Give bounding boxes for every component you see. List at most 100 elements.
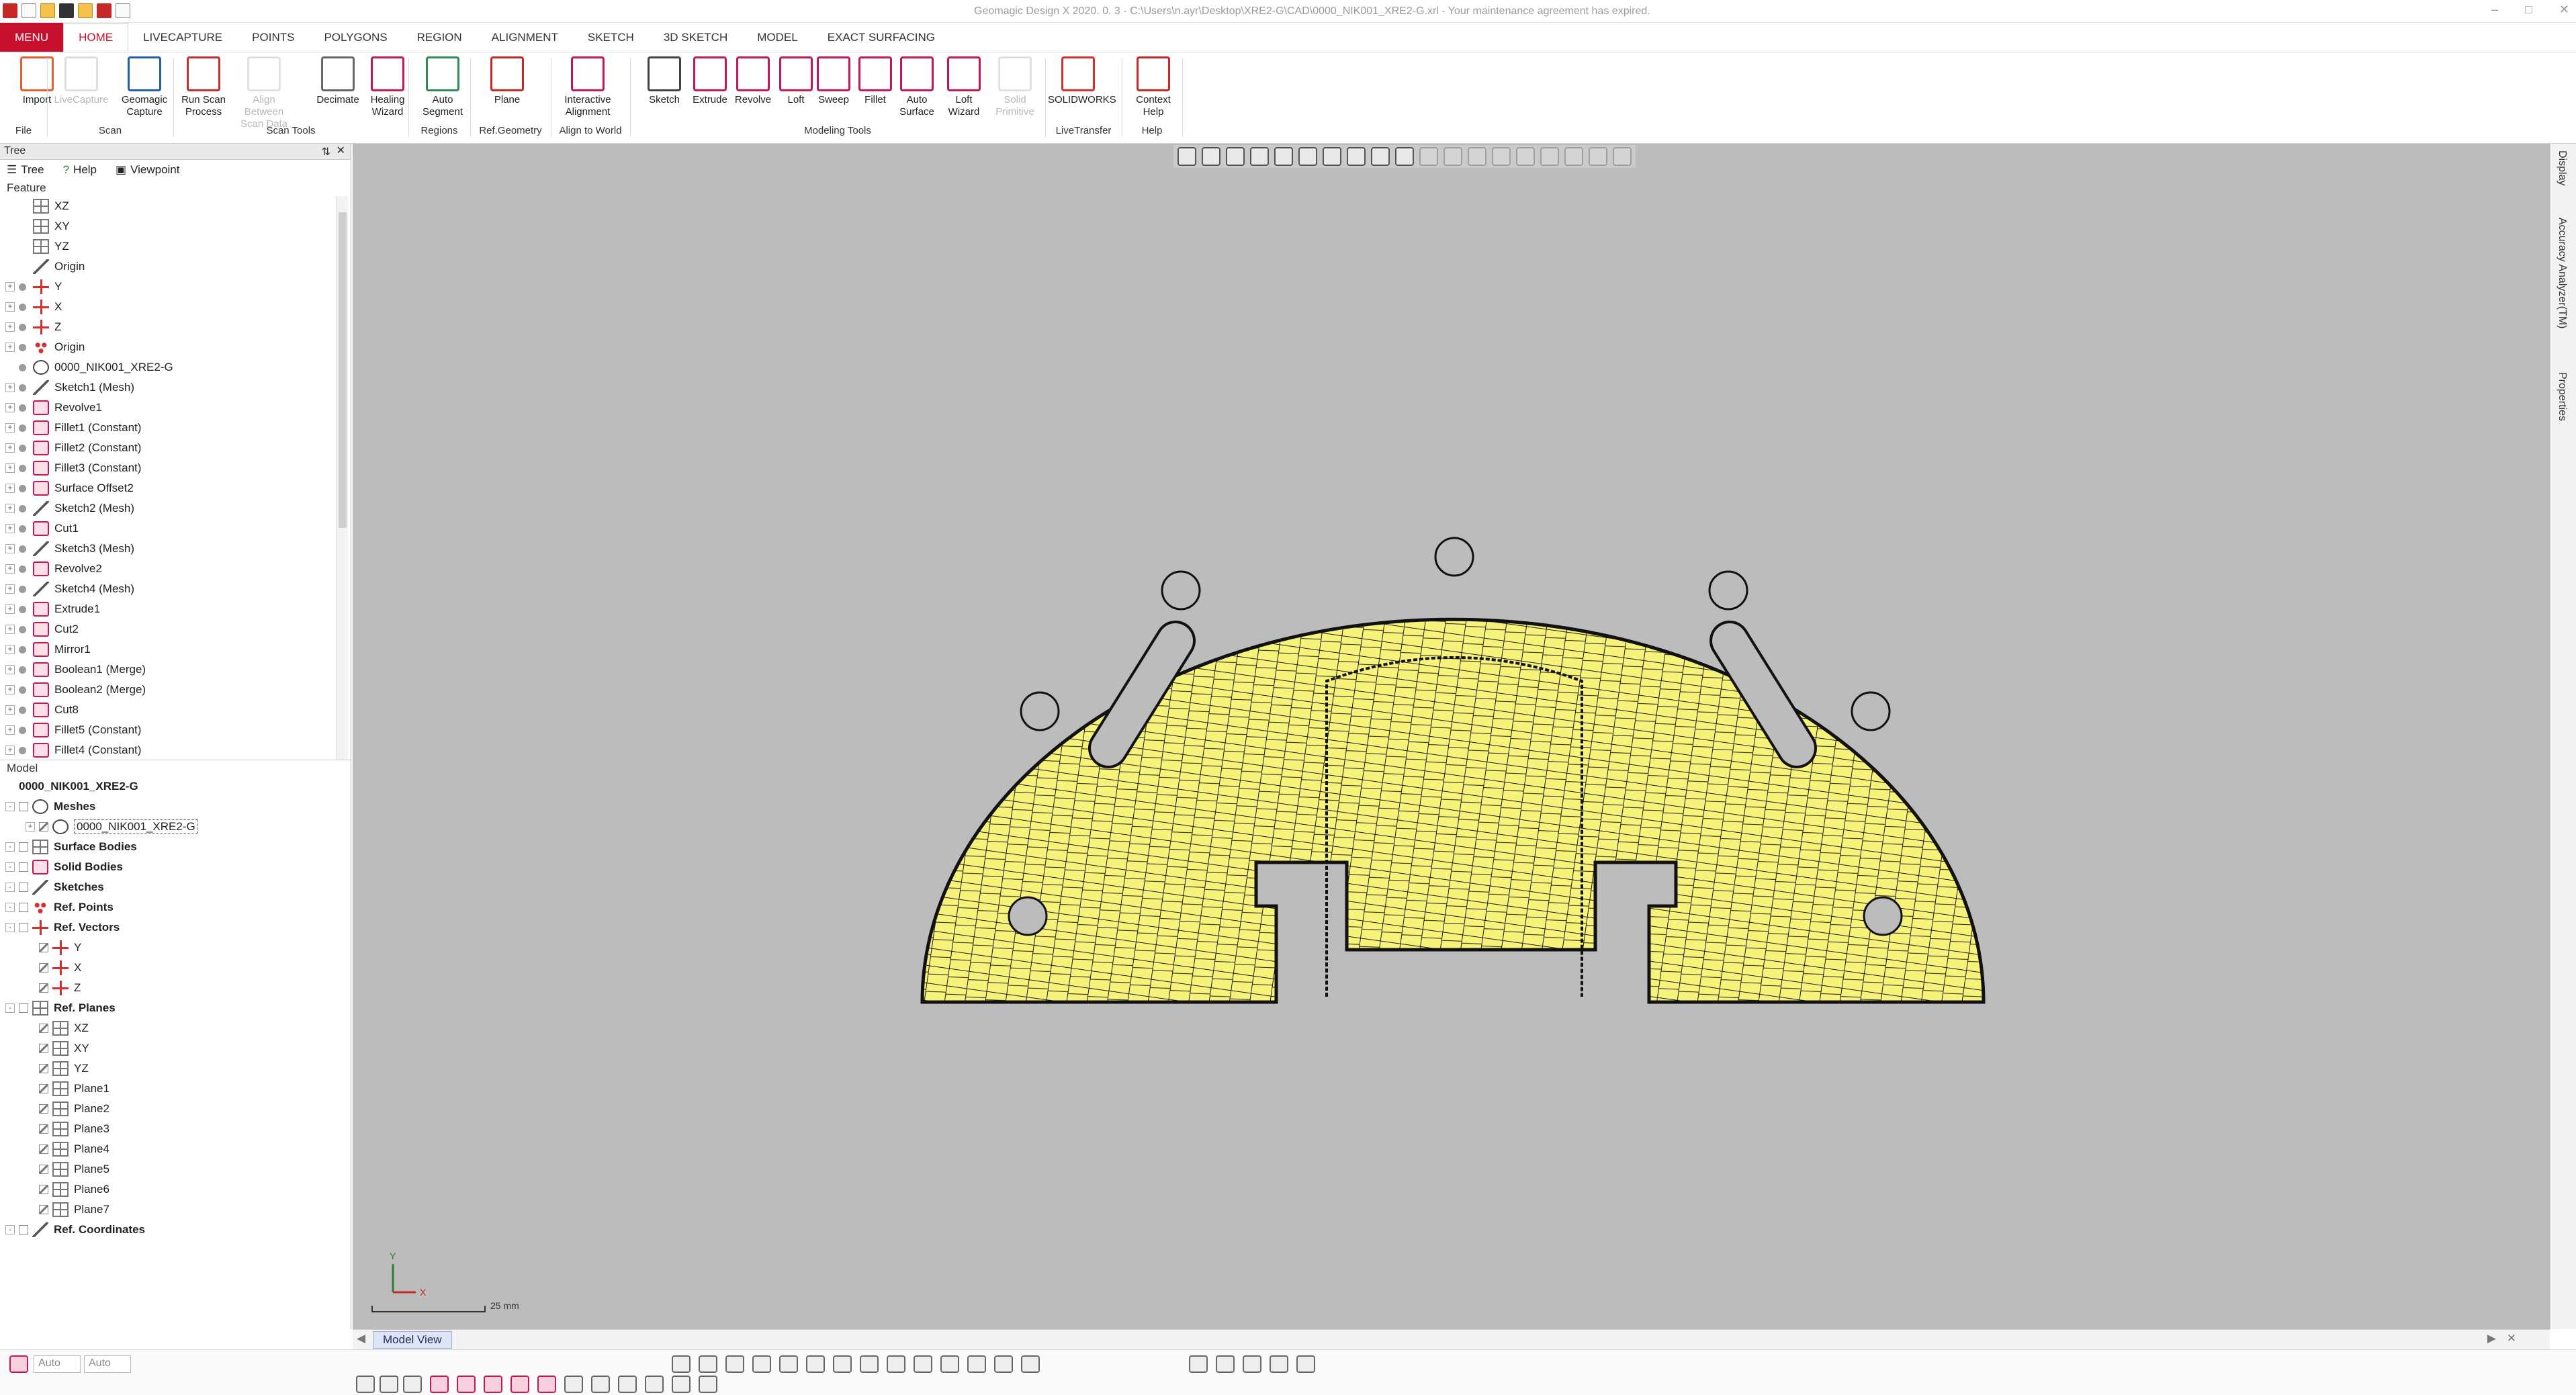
ribbon-button-context-help[interactable]: Context Help	[1123, 56, 1184, 118]
model-tree-item[interactable]: - Ref. Points	[0, 897, 351, 917]
display-tab[interactable]: Display	[2556, 150, 2568, 185]
minimize-icon[interactable]: –	[2491, 3, 2498, 17]
region-select-icon[interactable]	[510, 1376, 529, 1393]
expand-icon[interactable]: +	[5, 625, 15, 634]
selection-mode-dropdown[interactable]: Auto	[34, 1355, 81, 1373]
expand-icon[interactable]: +	[5, 302, 15, 312]
model-tree-item[interactable]: - Ref. Planes	[0, 998, 351, 1018]
expand-icon[interactable]: +	[5, 665, 15, 674]
ribbon-button-plane[interactable]: Plane	[477, 56, 537, 106]
tessellate-icon[interactable]	[645, 1376, 664, 1393]
feature-tree-item[interactable]: + Fillet2 (Constant)	[0, 438, 351, 458]
bbox-icon[interactable]	[1021, 1355, 1040, 1373]
expand-icon[interactable]: +	[5, 322, 15, 332]
visibility-checkbox[interactable]	[19, 883, 28, 892]
feature-tree-item[interactable]: +XY	[0, 216, 351, 236]
show-icon[interactable]	[591, 1376, 610, 1393]
feature-tree-item[interactable]: +XZ	[0, 196, 351, 216]
ribbon-button-solidworks[interactable]: SOLIDWORKS	[1048, 56, 1116, 106]
expand-icon[interactable]: -	[5, 1225, 15, 1234]
visibility-checkbox[interactable]	[19, 923, 28, 932]
feature-tree-item[interactable]: + Extrude1	[0, 599, 351, 619]
maximize-icon[interactable]: □	[2525, 3, 2532, 17]
extend-select-icon[interactable]	[457, 1376, 476, 1393]
light-icon[interactable]	[860, 1355, 879, 1373]
expand-icon[interactable]: +	[5, 564, 15, 574]
model-tree-item[interactable]: - Surface Bodies	[0, 837, 351, 857]
model-tree-item[interactable]: +X	[0, 958, 351, 978]
expand-icon[interactable]: +	[5, 504, 15, 513]
ribbon-button-align-between-scan-data[interactable]: Align Between Scan Data	[234, 56, 294, 130]
model-tree-item[interactable]: +Plane3	[0, 1119, 351, 1139]
scanned-part-mesh[interactable]	[920, 537, 1986, 1004]
close-icon[interactable]: ✕	[2559, 3, 2569, 17]
feature-tree-item[interactable]: + Sketch1 (Mesh)	[0, 377, 351, 398]
feature-tree-item[interactable]: + X	[0, 297, 351, 317]
feature-tree-item[interactable]: + Mirror1	[0, 639, 351, 660]
expand-icon[interactable]: +	[5, 463, 15, 473]
mesh-quality-icon[interactable]	[1296, 1355, 1315, 1373]
visibility-dot-icon[interactable]	[19, 323, 26, 331]
expand-icon[interactable]: +	[5, 403, 15, 412]
visibility-dot-icon[interactable]	[19, 726, 26, 734]
expand-icon[interactable]: -	[5, 862, 15, 872]
visibility-checkbox[interactable]	[19, 903, 28, 912]
snap-icon[interactable]	[887, 1355, 905, 1373]
model-tree-item[interactable]: +Z	[0, 978, 351, 998]
visibility-dot-icon[interactable]	[19, 746, 26, 754]
box-select-icon[interactable]	[356, 1376, 375, 1393]
visibility-checkbox[interactable]	[19, 842, 28, 852]
fit-icon[interactable]	[806, 1355, 825, 1373]
feature-tree-item[interactable]: + Sketch3 (Mesh)	[0, 539, 351, 559]
visibility-dot-icon[interactable]	[19, 686, 26, 694]
expand-icon[interactable]: +	[5, 282, 15, 291]
model-view-tab[interactable]: Model View	[373, 1331, 452, 1349]
filter-icon[interactable]	[672, 1355, 691, 1373]
ribbon-button-solid-primitive[interactable]: Solid Primitive	[985, 56, 1045, 118]
ribbon-button-run-scan-process[interactable]: Run Scan Process	[173, 56, 234, 118]
visibility-dot-icon[interactable]	[19, 545, 26, 553]
visibility-dot-icon[interactable]	[19, 464, 26, 472]
reset-icon[interactable]	[779, 1355, 798, 1373]
visibility-checkbox[interactable]	[39, 1205, 48, 1214]
visibility-checkbox[interactable]	[39, 963, 48, 973]
section-view-icon[interactable]	[672, 1376, 691, 1393]
expand-icon[interactable]: +	[5, 604, 15, 614]
undo-icon[interactable]	[97, 3, 112, 18]
new-file-icon[interactable]	[21, 3, 36, 18]
lasso-icon[interactable]	[403, 1376, 422, 1393]
ruler-icon[interactable]	[1189, 1355, 1208, 1373]
expand-icon[interactable]: -	[5, 842, 15, 852]
tab-home[interactable]: HOME	[63, 23, 129, 52]
tab-prev-icon[interactable]: ◀	[357, 1332, 365, 1345]
visibility-dot-icon[interactable]	[19, 605, 26, 613]
ribbon-button-geomagic-capture[interactable]: Geomagic Capture	[114, 56, 175, 118]
model-tree-item[interactable]: +Plane1	[0, 1079, 351, 1099]
visibility-checkbox[interactable]	[39, 1185, 48, 1194]
clip-icon[interactable]	[914, 1355, 932, 1373]
radius-icon[interactable]	[1243, 1355, 1261, 1373]
visibility-dot-icon[interactable]	[19, 504, 26, 512]
save-icon[interactable]	[59, 3, 74, 18]
visibility-checkbox[interactable]	[39, 1165, 48, 1174]
accuracy-analyzer-tab[interactable]: Accuracy Analyzer(TM)	[2556, 218, 2568, 328]
model-tree-item[interactable]: +Plane6	[0, 1179, 351, 1200]
tab-alignment[interactable]: ALIGNMENT	[477, 23, 573, 52]
visibility-checkbox[interactable]	[39, 1084, 48, 1093]
visibility-dot-icon[interactable]	[19, 283, 26, 291]
expand-icon[interactable]: -	[5, 802, 15, 811]
tab-polygons[interactable]: POLYGONS	[309, 23, 402, 52]
paint-brush-icon[interactable]	[430, 1376, 449, 1393]
feature-tree-item[interactable]: + Revolve2	[0, 559, 351, 579]
ortho-icon[interactable]	[967, 1355, 986, 1373]
model-tree-item[interactable]: - Meshes	[0, 797, 351, 817]
expand-icon[interactable]: +	[5, 484, 15, 493]
open-file-icon[interactable]	[40, 3, 55, 18]
visibility-checkbox[interactable]	[39, 943, 48, 952]
ribbon-button-livecapture[interactable]: LiveCapture	[51, 56, 112, 106]
tab-3d-sketch[interactable]: 3D SKETCH	[649, 23, 742, 52]
expand-icon[interactable]: +	[5, 584, 15, 594]
feature-tree-item[interactable]: + Fillet5 (Constant)	[0, 720, 351, 740]
ribbon-button-auto-segment[interactable]: Auto Segment	[412, 56, 473, 118]
visibility-dot-icon[interactable]	[19, 645, 26, 654]
